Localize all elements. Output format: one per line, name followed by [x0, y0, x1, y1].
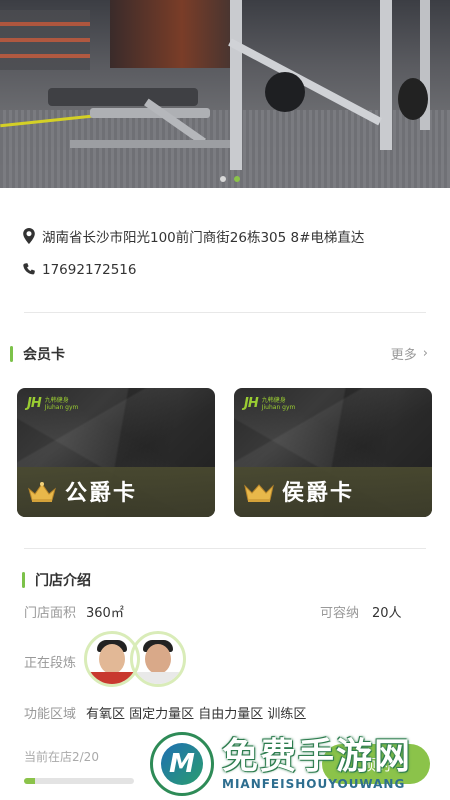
address-row[interactable]: 湖南省长沙市阳光100前门商街26栋305 8#电梯直达 — [22, 226, 364, 246]
weight-plate — [265, 72, 305, 112]
more-link[interactable]: 更多 › — [391, 344, 428, 363]
card-name: 公爵卡 — [65, 481, 138, 506]
phone-row[interactable]: 17692172516 — [22, 262, 136, 278]
watermark-logo: M — [150, 732, 214, 796]
store-title-text: 门店介绍 — [35, 573, 91, 589]
zones-value: 有氧区 固定力量区 自由力量区 训练区 — [86, 707, 307, 722]
phone-text: 17692172516 — [42, 262, 137, 278]
carousel-dots[interactable] — [220, 176, 240, 182]
capacity-value: 20人 — [372, 606, 402, 621]
occupancy-progress-bar — [24, 778, 134, 784]
membership-title-text: 会员卡 — [23, 347, 65, 363]
crown-icon — [28, 482, 56, 502]
machine-rack — [380, 0, 392, 150]
member-card-marquis[interactable]: JH 九韩健身 Jiuhan gym 侯爵卡 — [234, 388, 432, 517]
membership-section-title: 会员卡 — [10, 344, 65, 364]
zones-label: 功能区域 — [24, 707, 77, 722]
location-pin-icon — [23, 228, 35, 244]
gym-logo-mark: JH — [244, 396, 259, 411]
training-label: 正在段炼 — [24, 656, 77, 671]
area-label: 门店面积 — [24, 606, 77, 621]
watermark-title: 免费手游网 — [222, 736, 413, 777]
gym-logo-mark: JH — [27, 396, 42, 411]
occupancy-label: 当前在店2/20 — [24, 750, 99, 764]
wall-mural — [110, 0, 230, 68]
address-text: 湖南省长沙市阳光100前门商街26栋305 8#电梯直达 — [42, 230, 365, 246]
machine-rack — [230, 0, 242, 170]
section-accent-bar — [10, 346, 13, 362]
carousel-dot[interactable] — [220, 176, 226, 182]
phone-icon — [23, 263, 35, 275]
carousel-dot-active[interactable] — [234, 176, 240, 182]
site-watermark: M 免费手游网 MIANFEISHOUYOUWANG — [150, 728, 450, 800]
divider — [24, 548, 426, 549]
crown-icon — [244, 484, 274, 502]
divider — [24, 312, 426, 313]
occupancy-progress-fill — [24, 778, 35, 784]
gym-logo: JH 九韩健身 Jiuhan gym — [244, 396, 295, 411]
area-value: 360㎡ — [86, 606, 124, 621]
card-name: 侯爵卡 — [282, 481, 355, 506]
chevron-right-icon: › — [422, 346, 428, 361]
gym-logo-text: 九韩健身 Jiuhan gym — [261, 396, 296, 411]
gym-logo-text: 九韩健身 Jiuhan gym — [44, 396, 79, 411]
weight-plate — [398, 78, 428, 120]
watermark-subtitle: MIANFEISHOUYOUWANG — [222, 777, 406, 791]
store-section-title: 门店介绍 — [22, 570, 91, 590]
section-accent-bar — [22, 572, 25, 588]
more-link-label: 更多 — [390, 348, 417, 363]
member-avatar[interactable] — [130, 631, 186, 687]
gym-hero-image[interactable] — [0, 0, 450, 188]
bench-seat — [48, 88, 198, 106]
equipment-shelf — [0, 10, 90, 70]
member-card-duke[interactable]: JH 九韩健身 Jiuhan gym 公爵卡 — [17, 388, 215, 517]
gym-logo: JH 九韩健身 Jiuhan gym — [27, 396, 78, 411]
capacity-label: 可容纳 — [320, 606, 360, 621]
bench-base — [70, 140, 230, 148]
